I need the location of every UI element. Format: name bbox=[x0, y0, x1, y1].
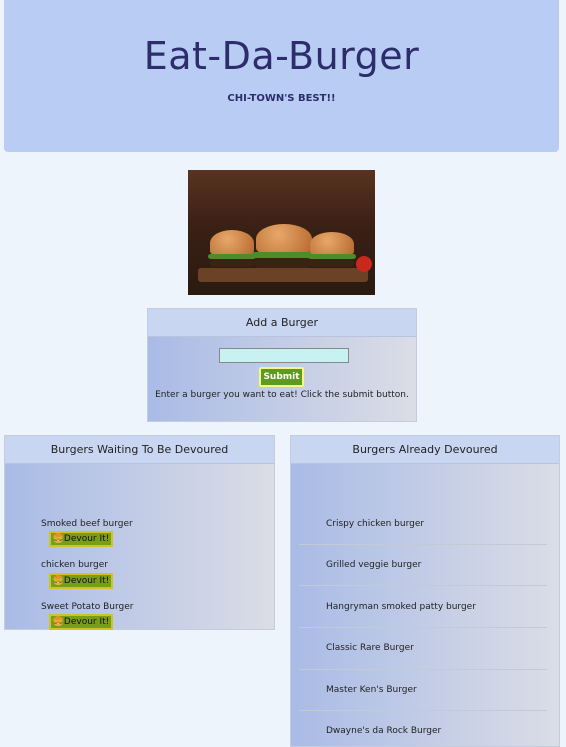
devoured-item: Dwayne's da Rock Burger bbox=[326, 726, 442, 736]
waiting-burgers-card: Burgers Waiting To Be Devoured Smoked be… bbox=[4, 435, 275, 630]
photo-bun-left bbox=[210, 230, 254, 256]
divider bbox=[299, 544, 547, 545]
devour-button[interactable]: 🍔Devour It! bbox=[49, 573, 113, 589]
devoured-burgers-header: Burgers Already Devoured bbox=[291, 436, 559, 464]
devoured-item: Grilled veggie burger bbox=[326, 560, 422, 570]
divider bbox=[299, 627, 547, 628]
devoured-item: Classic Rare Burger bbox=[326, 643, 414, 653]
page-title: Eat-Da-Burger bbox=[143, 34, 420, 78]
devoured-item: Crispy chicken burger bbox=[326, 519, 425, 529]
add-burger-body: Submit Enter a burger you want to eat! C… bbox=[148, 337, 416, 421]
waiting-item-label: chicken burger bbox=[41, 560, 109, 570]
devour-button[interactable]: 🍔Devour It! bbox=[49, 531, 113, 547]
photo-patty-mid bbox=[254, 258, 312, 268]
divider bbox=[299, 710, 547, 711]
burger-photo bbox=[188, 170, 375, 295]
add-burger-hint: Enter a burger you want to eat! Click th… bbox=[155, 390, 409, 400]
devoured-burgers-list: Crispy chicken burger Grilled veggie bur… bbox=[291, 464, 559, 746]
waiting-burgers-list: Smoked beef burger 🍔Devour It! chicken b… bbox=[5, 464, 274, 630]
devoured-burgers-card: Burgers Already Devoured Crispy chicken … bbox=[290, 435, 560, 747]
waiting-item-label: Sweet Potato Burger bbox=[41, 602, 134, 612]
submit-button[interactable]: Submit bbox=[259, 367, 304, 387]
devour-button[interactable]: 🍔Devour It! bbox=[49, 614, 113, 630]
divider bbox=[299, 585, 547, 586]
devoured-item: Hangryman smoked patty burger bbox=[326, 602, 476, 612]
add-burger-header: Add a Burger bbox=[148, 309, 416, 337]
photo-board bbox=[198, 268, 368, 282]
photo-patty-right bbox=[310, 259, 354, 267]
page-subtitle: CHI-TOWN'S BEST!! bbox=[227, 93, 336, 104]
divider bbox=[299, 669, 547, 670]
waiting-item-label: Smoked beef burger bbox=[41, 519, 133, 529]
photo-bun-right bbox=[310, 232, 354, 256]
burger-name-input[interactable] bbox=[219, 348, 349, 363]
photo-tomato bbox=[356, 256, 372, 272]
devoured-item: Master Ken's Burger bbox=[326, 685, 417, 695]
add-burger-card: Add a Burger Submit Enter a burger you w… bbox=[147, 308, 417, 422]
photo-bun-mid bbox=[256, 224, 312, 254]
photo-patty-left bbox=[210, 259, 254, 267]
hero-banner: Eat-Da-Burger CHI-TOWN'S BEST!! bbox=[4, 0, 559, 152]
waiting-burgers-header: Burgers Waiting To Be Devoured bbox=[5, 436, 274, 464]
